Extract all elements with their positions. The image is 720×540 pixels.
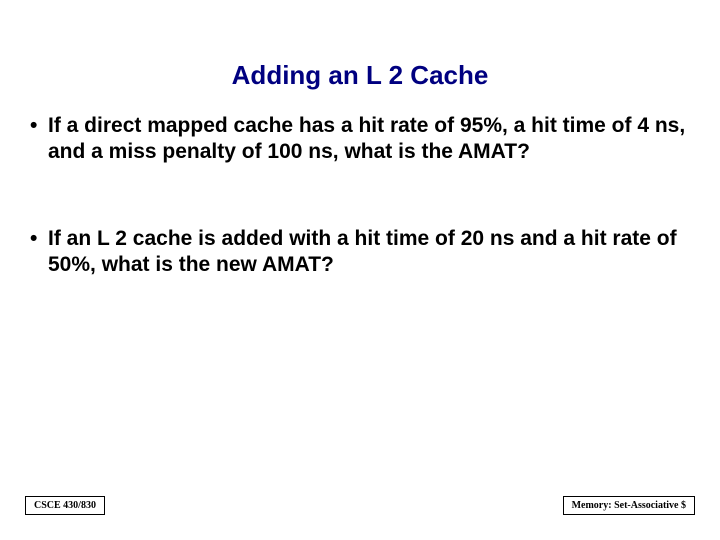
footer-left-box: CSCE 430/830 — [25, 496, 105, 515]
slide-title: Adding an L 2 Cache — [28, 60, 692, 91]
list-item: If a direct mapped cache has a hit rate … — [28, 113, 692, 166]
list-item: If an L 2 cache is added with a hit time… — [28, 226, 692, 279]
bullet-list: If a direct mapped cache has a hit rate … — [28, 113, 692, 278]
footer-right-box: Memory: Set-Associative $ — [563, 496, 695, 515]
slide: Adding an L 2 Cache If a direct mapped c… — [0, 0, 720, 540]
